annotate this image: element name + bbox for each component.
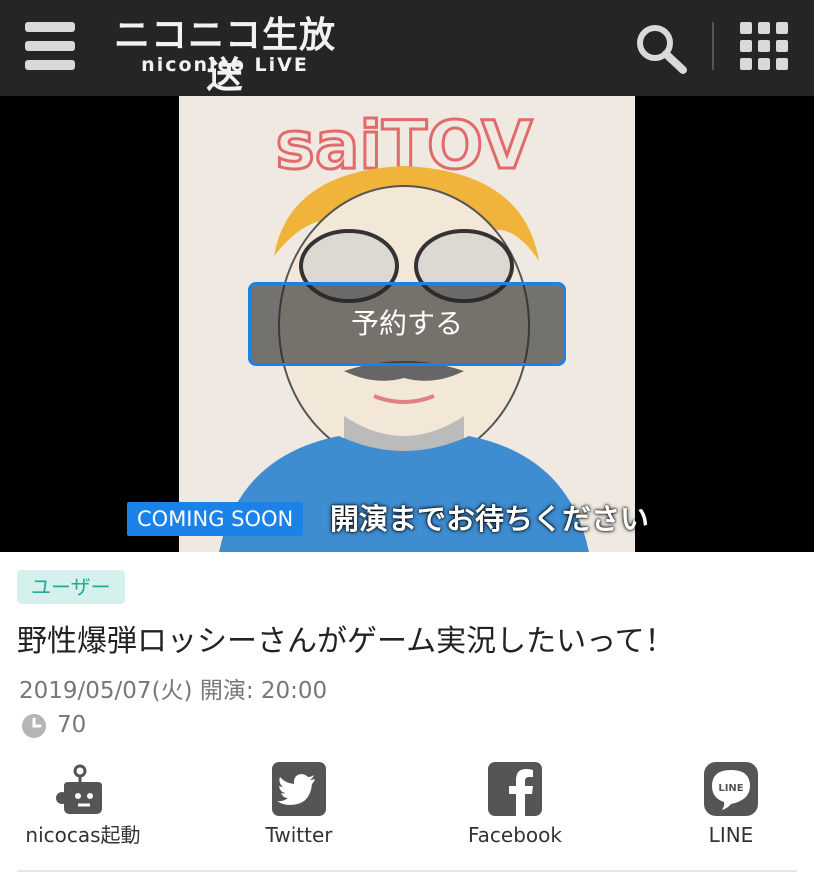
header-bar: ニコニコ生放送 niconico LiVE [0, 0, 814, 96]
share-line[interactable]: LINE LINE [656, 758, 806, 850]
twitter-icon [272, 762, 326, 816]
share-facebook[interactable]: Facebook [440, 758, 590, 850]
program-title: 野性爆弾ロッシーさんがゲーム実況したいって！ [17, 624, 675, 659]
hamburger-menu-icon[interactable] [25, 22, 75, 70]
nicocas-icon [56, 764, 102, 814]
share-twitter-label: Twitter [265, 823, 333, 847]
svg-text:LINE: LINE [718, 783, 743, 794]
clock-icon [22, 714, 46, 738]
category-tag[interactable]: ユーザー [17, 570, 125, 604]
share-line-label: LINE [708, 823, 754, 847]
coming-soon-badge: COMING SOON [127, 502, 304, 536]
viewer-count: 70 [57, 712, 87, 738]
share-twitter[interactable]: Twitter [224, 758, 374, 850]
coming-soon-message: 開演までお待ちください [330, 502, 650, 536]
share-facebook-label: Facebook [468, 823, 562, 847]
grid-menu-icon[interactable] [740, 22, 788, 70]
share-nicocas[interactable]: nicocas起動 [8, 758, 158, 850]
share-nicocas-label: nicocas起動 [25, 823, 141, 847]
search-icon[interactable] [634, 22, 688, 74]
facebook-icon [488, 762, 542, 816]
reserve-button[interactable]: 予約する [248, 282, 566, 366]
program-datetime: 2019/05/07(火) 開演: 20:00 [19, 678, 328, 704]
line-icon: LINE [704, 762, 758, 816]
bottom-divider [17, 870, 797, 872]
logo-sub-text: niconico LiVE [141, 54, 309, 76]
niconico-live-logo[interactable]: ニコニコ生放送 niconico LiVE [100, 16, 350, 96]
header-divider [712, 22, 714, 70]
